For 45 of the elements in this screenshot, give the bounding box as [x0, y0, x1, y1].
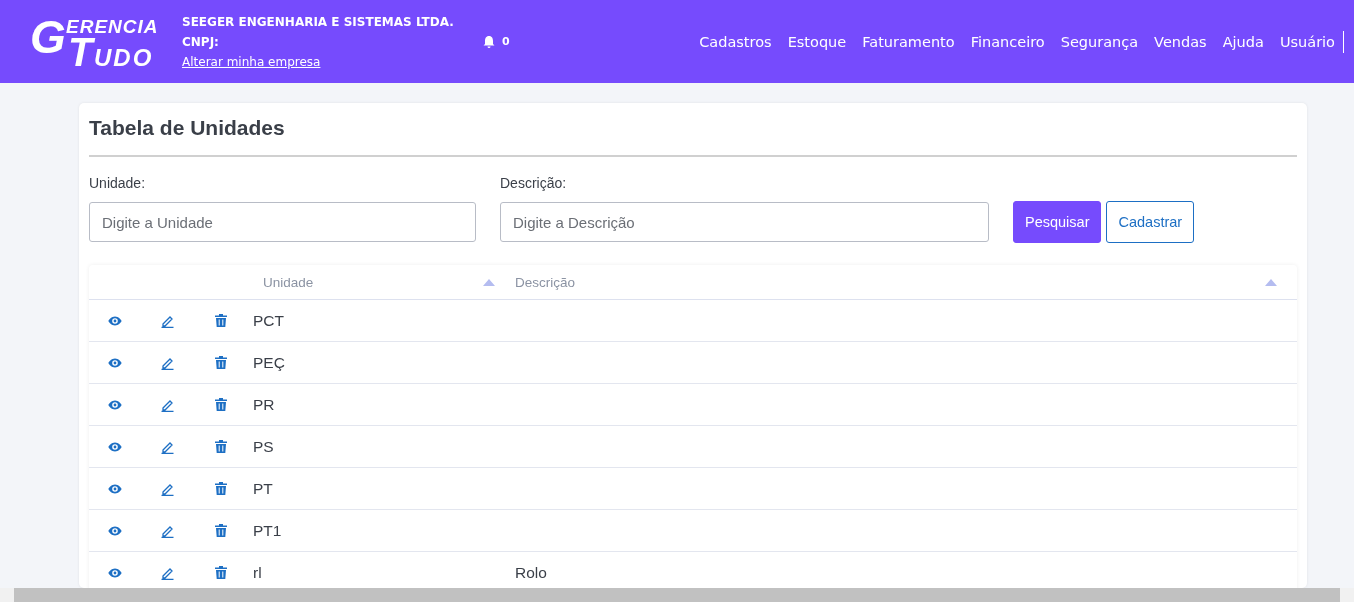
unit-cell-text: PR [252, 395, 276, 414]
search-button[interactable]: Pesquisar [1013, 201, 1102, 243]
unit-cell-text: PEÇ [252, 353, 286, 372]
view-eye-icon[interactable] [108, 315, 122, 326]
column-header[interactable]: Descrição [515, 274, 1265, 290]
view-eye-icon[interactable] [108, 441, 122, 452]
view-eye-icon[interactable] [108, 483, 122, 494]
view-eye-icon[interactable] [108, 357, 122, 368]
unit-cell-text: PCT [252, 311, 285, 330]
unit-cell-text: PT1 [252, 521, 283, 540]
delete-trash-icon[interactable] [214, 398, 227, 411]
change-company-link[interactable]: Alterar minha empresa [182, 54, 482, 69]
delete-trash-icon[interactable] [214, 482, 227, 495]
delete-trash-icon[interactable] [214, 440, 227, 453]
nav-menu-item[interactable]: Financeiro [970, 33, 1045, 50]
bell-icon[interactable] [482, 34, 496, 49]
search-field[interactable]: Digite a Unidade [89, 202, 476, 242]
nav-menu-item[interactable]: Segurança [1060, 33, 1139, 50]
delete-trash-icon[interactable] [214, 314, 227, 327]
register-button[interactable]: Cadastrar [1106, 201, 1195, 243]
nav-menu-item[interactable]: Usuário [1279, 33, 1335, 50]
nav-menu-item[interactable]: Cadastros [699, 33, 772, 50]
unit-cell-text: PS [252, 437, 275, 456]
delete-trash-icon[interactable] [214, 566, 227, 579]
view-eye-icon[interactable] [108, 567, 122, 578]
column-header[interactable]: Unidade [247, 274, 483, 290]
field-label: Descrição: [500, 175, 568, 191]
page-title: Tabela de Unidades [89, 115, 286, 141]
delete-trash-icon[interactable] [214, 356, 227, 369]
search-field[interactable]: Digite a Descrição [500, 202, 989, 242]
view-eye-icon[interactable] [108, 525, 122, 536]
field-label: Unidade: [89, 175, 147, 191]
nav-menu-item[interactable]: Faturamento [862, 33, 955, 50]
nav-menu-item[interactable]: Estoque [787, 33, 847, 50]
nav-menu-item[interactable]: Ajuda [1222, 33, 1264, 50]
nav-menu-item[interactable]: Vendas [1154, 33, 1207, 50]
unit-cell-text: PT [252, 479, 274, 498]
unit-cell-text: rl [252, 563, 263, 582]
description-cell-text: Rolo [515, 563, 548, 582]
view-eye-icon[interactable] [108, 399, 122, 410]
delete-trash-icon[interactable] [214, 524, 227, 537]
horizontal-scrollbar[interactable] [0, 588, 1354, 602]
notification-count: 0 [502, 35, 510, 48]
company-name: SEEGER ENGENHARIA E SISTEMAS LTDA. [182, 14, 455, 29]
cnpj-label: CNPJ: [182, 34, 220, 49]
